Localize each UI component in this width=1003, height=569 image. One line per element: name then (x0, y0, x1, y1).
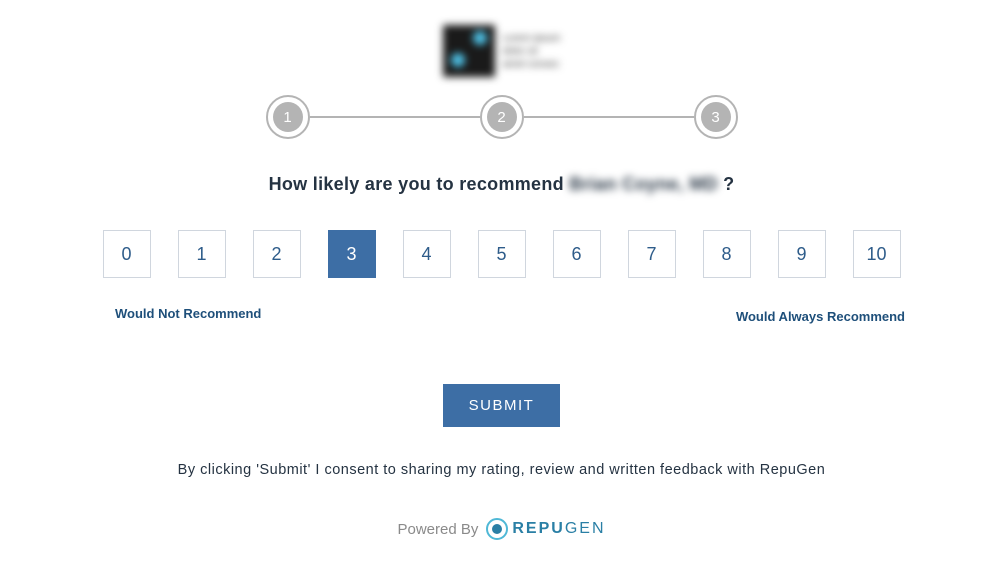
consent-text: By clicking 'Submit' I consent to sharin… (0, 462, 1003, 478)
rating-option-1[interactable]: 1 (178, 230, 226, 278)
rating-option-0[interactable]: 0 (103, 230, 151, 278)
rating-option-3[interactable]: 3 (328, 230, 376, 278)
step-3: 3 (694, 95, 738, 139)
rating-option-4[interactable]: 4 (403, 230, 451, 278)
rating-label-high: Would Always Recommend (736, 309, 905, 324)
rating-option-2[interactable]: 2 (253, 230, 301, 278)
step-connector (524, 116, 694, 118)
rating-option-9[interactable]: 9 (778, 230, 826, 278)
rating-labels: Would Not Recommend Would Always Recomme… (0, 306, 1003, 324)
progress-stepper: 1 2 3 (0, 95, 1003, 139)
submit-button[interactable]: SUBMIT (443, 384, 561, 427)
company-logo: Lorem ipsumdolor sitamet consec (0, 25, 1003, 77)
step-connector (310, 116, 480, 118)
rating-scale: 0 1 2 3 4 5 6 7 8 9 10 (0, 230, 1003, 278)
step-1: 1 (266, 95, 310, 139)
rating-label-low: Would Not Recommend (115, 306, 261, 324)
step-2: 2 (480, 95, 524, 139)
repugen-logo: REPUGEN (486, 518, 605, 540)
rating-option-5[interactable]: 5 (478, 230, 526, 278)
rating-option-6[interactable]: 6 (553, 230, 601, 278)
rating-option-7[interactable]: 7 (628, 230, 676, 278)
question-text: How likely are you to recommend Brian Co… (0, 174, 1003, 195)
repugen-icon (486, 518, 508, 540)
rating-option-10[interactable]: 10 (853, 230, 901, 278)
rating-option-8[interactable]: 8 (703, 230, 751, 278)
powered-by-footer: Powered By REPUGEN (0, 518, 1003, 540)
